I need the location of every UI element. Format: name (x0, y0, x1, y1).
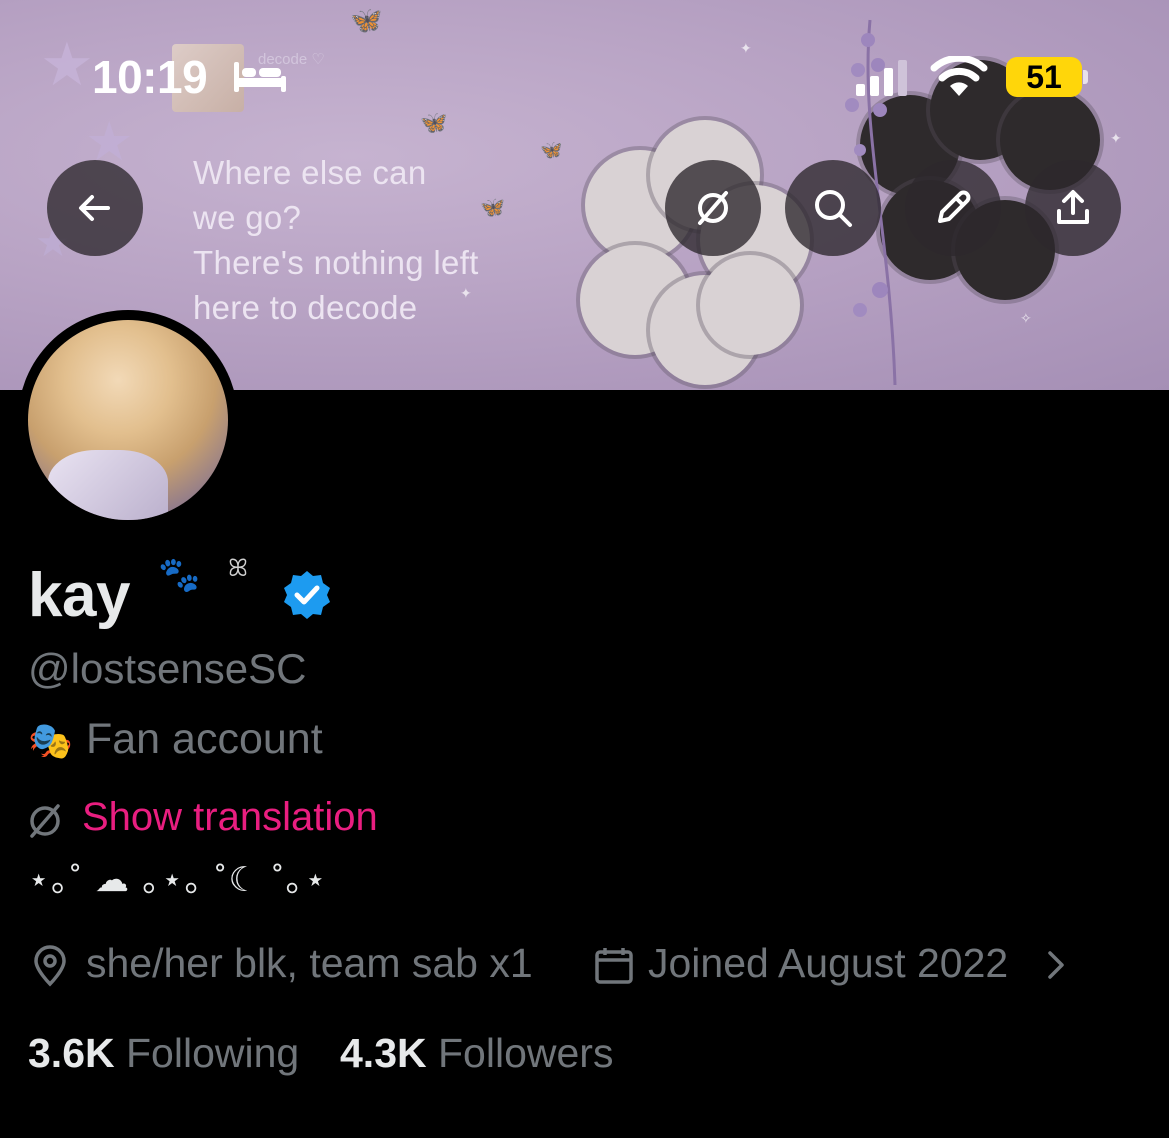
search-icon (815, 190, 852, 227)
profile-bio: Fan account (86, 715, 323, 763)
profile-location: she/her blk, team sab x1 (86, 940, 533, 986)
status-bar: 10:19 51 (0, 0, 1169, 150)
cellular-signal-icon (856, 60, 907, 96)
battery-indicator: 51 (1006, 57, 1082, 97)
status-time: 10:19 (92, 51, 208, 103)
edit-button[interactable] (905, 160, 1001, 256)
avatar-dress (48, 450, 168, 520)
show-translation-link[interactable]: Show translation (82, 795, 378, 840)
bed-icon (234, 62, 286, 92)
profile-joined-date: Joined August 2022 (648, 940, 1009, 986)
profile-handle: @lostsenseSC (28, 645, 307, 692)
followers-label: Followers (438, 1030, 614, 1076)
share-button[interactable] (1025, 160, 1121, 256)
theater-masks-emoji: 🎭 (28, 720, 73, 761)
followers-count: 4.3K (340, 1030, 427, 1076)
share-icon (1057, 190, 1089, 224)
arrow-left-icon (79, 195, 110, 221)
following-label: Following (126, 1030, 300, 1076)
collage-petal (700, 255, 800, 355)
battery-nub (1083, 70, 1088, 84)
banner-quote-line: here to decode (193, 289, 418, 326)
following-stat[interactable]: 3.6K Following (28, 1030, 299, 1077)
banner-quote-line: Where else can (193, 154, 427, 191)
calendar-icon (595, 948, 633, 984)
translate-icon (698, 191, 728, 225)
pencil-icon (938, 190, 971, 223)
banner-quote: Where else can we go? There's nothing le… (193, 150, 553, 330)
paw-prints-emoji: 🐾 (158, 556, 201, 594)
translate-icon (30, 804, 60, 838)
ribbon-emoji: ꕤ (228, 555, 248, 582)
profile-name: kay (28, 561, 130, 630)
profile-avatar[interactable] (18, 310, 238, 530)
location-pin-icon (34, 945, 66, 987)
following-count: 3.6K (28, 1030, 115, 1076)
translate-button[interactable] (665, 160, 761, 256)
verified-badge-icon[interactable] (280, 568, 334, 622)
search-button[interactable] (785, 160, 881, 256)
banner-quote-line: There's nothing left (193, 244, 479, 281)
bio-decoration: ⋆｡˚ ☁︎ ｡⋆｡ ˚☾ ˚｡⋆ (28, 861, 329, 899)
banner-quote-line: we go? (193, 199, 302, 236)
chevron-right-icon[interactable] (1042, 945, 1070, 985)
avatar-photo (28, 320, 228, 520)
back-button[interactable] (47, 160, 143, 256)
followers-stat[interactable]: 4.3K Followers (340, 1030, 613, 1077)
sparkle-decoration: ✧ (1020, 310, 1032, 326)
wifi-icon (930, 56, 988, 96)
